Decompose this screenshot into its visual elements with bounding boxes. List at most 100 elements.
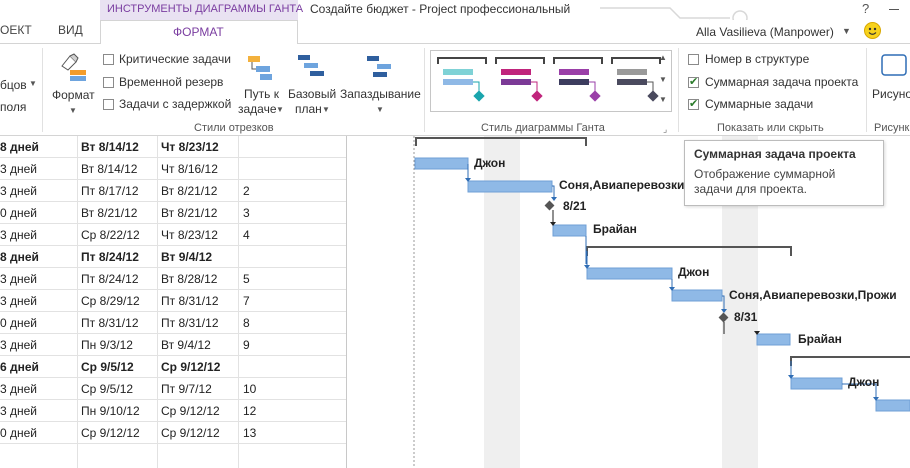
user-name[interactable]: Alla Vasilieva (Manpower) xyxy=(696,25,834,39)
duration-cell[interactable]: 3 дней xyxy=(0,404,37,418)
table-row[interactable]: 3 дней Пт 8/24/12 Вт 8/28/12 5 xyxy=(0,268,346,290)
gallery-scroll-up-icon[interactable]: ▲ xyxy=(659,53,667,62)
slippage-dropdown-icon[interactable]: ▼ xyxy=(376,105,384,114)
gantt-style-1[interactable] xyxy=(435,54,489,108)
duration-cell[interactable]: 8 дней xyxy=(0,140,39,154)
tab-format[interactable]: ФОРМАТ xyxy=(100,20,298,45)
duration-cell[interactable]: 3 дней xyxy=(0,272,37,286)
finish-cell[interactable]: Вт 8/21/12 xyxy=(161,184,217,198)
start-cell[interactable]: Ср 9/5/12 xyxy=(81,360,134,374)
table-row[interactable]: 0 дней Ср 9/12/12 Ср 9/12/12 13 xyxy=(0,422,346,444)
duration-cell[interactable]: 0 дней xyxy=(0,206,37,220)
predecessor-cell[interactable]: 9 xyxy=(243,338,250,352)
task-path-label2[interactable]: задаче xyxy=(238,102,277,116)
finish-cell[interactable]: Чт 8/23/12 xyxy=(161,140,219,154)
start-cell[interactable]: Ср 8/29/12 xyxy=(81,294,140,308)
late-tasks-checkbox[interactable] xyxy=(103,99,114,110)
dialog-launcher-icon[interactable]: ⌟ xyxy=(663,124,667,135)
format-bar-icon[interactable] xyxy=(58,52,88,82)
finish-cell[interactable]: Вт 8/28/12 xyxy=(161,272,217,286)
columns-label[interactable]: бцов xyxy=(0,78,27,92)
slippage-icon[interactable] xyxy=(363,52,393,82)
table-row[interactable]: 3 дней Ср 9/5/12 Пт 9/7/12 10 xyxy=(0,378,346,400)
finish-cell[interactable]: Пт 8/31/12 xyxy=(161,294,219,308)
finish-cell[interactable]: Пт 8/31/12 xyxy=(161,316,219,330)
finish-cell[interactable]: Вт 9/4/12 xyxy=(161,338,211,352)
duration-cell[interactable]: 0 дней xyxy=(0,426,37,440)
duration-cell[interactable]: 3 дней xyxy=(0,294,37,308)
start-cell[interactable]: Пн 9/10/12 xyxy=(81,404,140,418)
finish-cell[interactable]: Ср 9/12/12 xyxy=(161,360,220,374)
predecessor-cell[interactable]: 8 xyxy=(243,316,250,330)
gantt-style-4[interactable] xyxy=(609,54,663,108)
tab-project[interactable]: ОЕКТ xyxy=(0,23,32,37)
task-path-dropdown-icon[interactable]: ▼ xyxy=(276,105,284,114)
baseline-dropdown-icon[interactable]: ▼ xyxy=(322,105,330,114)
predecessor-cell[interactable]: 4 xyxy=(243,228,250,242)
duration-cell[interactable]: 6 дней xyxy=(0,360,39,374)
start-cell[interactable]: Вт 8/21/12 xyxy=(81,206,137,220)
smiley-feedback-icon[interactable] xyxy=(864,22,881,39)
table-row[interactable]: 3 дней Пн 9/10/12 Ср 9/12/12 12 xyxy=(0,400,346,422)
gantt-style-2[interactable] xyxy=(493,54,547,108)
start-cell[interactable]: Ср 9/12/12 xyxy=(81,426,140,440)
drawing-label[interactable]: Рисунок xyxy=(872,87,910,101)
table-row[interactable]: 3 дней Ср 8/22/12 Чт 8/23/12 4 xyxy=(0,224,346,246)
user-dropdown-icon[interactable]: ▼ xyxy=(842,26,851,36)
finish-cell[interactable]: Ср 9/12/12 xyxy=(161,426,220,440)
finish-cell[interactable]: Пт 9/7/12 xyxy=(161,382,212,396)
predecessor-cell[interactable]: 13 xyxy=(243,426,256,440)
start-cell[interactable]: Пн 9/3/12 xyxy=(81,338,133,352)
fields-label[interactable]: поля xyxy=(0,100,26,114)
duration-cell[interactable]: 3 дней xyxy=(0,338,37,352)
start-cell[interactable]: Пт 8/24/12 xyxy=(81,272,139,286)
format-button[interactable]: Формат xyxy=(52,88,95,102)
duration-cell[interactable]: 3 дней xyxy=(0,382,37,396)
start-cell[interactable]: Вт 8/14/12 xyxy=(81,162,137,176)
start-cell[interactable]: Ср 8/22/12 xyxy=(81,228,140,242)
duration-cell[interactable]: 8 дней xyxy=(0,250,39,264)
tab-view[interactable]: ВИД xyxy=(58,23,83,37)
slippage-label[interactable]: Запаздывание xyxy=(340,87,421,101)
start-cell[interactable]: Пт 8/24/12 xyxy=(81,250,139,264)
predecessor-cell[interactable]: 5 xyxy=(243,272,250,286)
start-cell[interactable]: Вт 8/14/12 xyxy=(81,140,139,154)
predecessor-cell[interactable]: 7 xyxy=(243,294,250,308)
table-row[interactable]: 3 дней Ср 8/29/12 Пт 8/31/12 7 xyxy=(0,290,346,312)
table-row[interactable]: 8 дней Вт 8/14/12 Чт 8/23/12 xyxy=(0,136,346,158)
gantt-style-3[interactable] xyxy=(551,54,605,108)
table-row[interactable]: 8 дней Пт 8/24/12 Вт 9/4/12 xyxy=(0,246,346,268)
format-dropdown-icon[interactable]: ▼ xyxy=(69,106,77,115)
predecessor-cell[interactable]: 3 xyxy=(243,206,250,220)
duration-cell[interactable]: 3 дней xyxy=(0,184,37,198)
gallery-scroll-down-icon[interactable]: ▼ xyxy=(659,75,667,84)
project-summary-checkbox[interactable] xyxy=(688,75,699,88)
finish-cell[interactable]: Чт 8/16/12 xyxy=(161,162,218,176)
finish-cell[interactable]: Чт 8/23/12 xyxy=(161,228,218,242)
duration-cell[interactable]: 3 дней xyxy=(0,162,37,176)
minimize-button[interactable] xyxy=(889,9,899,10)
slack-checkbox[interactable] xyxy=(103,77,114,88)
critical-tasks-checkbox[interactable] xyxy=(103,54,114,65)
outline-number-checkbox[interactable] xyxy=(688,54,699,65)
start-cell[interactable]: Ср 9/5/12 xyxy=(81,382,133,396)
task-path-label1[interactable]: Путь к xyxy=(244,87,279,101)
table-row[interactable]: 3 дней Вт 8/14/12 Чт 8/16/12 xyxy=(0,158,346,180)
duration-cell[interactable]: 0 дней xyxy=(0,316,37,330)
baseline-label1[interactable]: Базовый xyxy=(288,87,336,101)
columns-dropdown-icon[interactable]: ▼ xyxy=(29,79,37,88)
finish-cell[interactable]: Ср 9/12/12 xyxy=(161,404,220,418)
table-row[interactable]: 3 дней Пн 9/3/12 Вт 9/4/12 9 xyxy=(0,334,346,356)
help-button[interactable]: ? xyxy=(862,1,869,16)
gallery-more-icon[interactable]: ▼ xyxy=(659,95,667,104)
finish-cell[interactable]: Вт 8/21/12 xyxy=(161,206,217,220)
drawing-icon[interactable] xyxy=(878,52,908,80)
predecessor-cell[interactable]: 2 xyxy=(243,184,250,198)
task-path-icon[interactable] xyxy=(246,52,276,82)
predecessor-cell[interactable]: 10 xyxy=(243,382,256,396)
table-row[interactable]: 0 дней Вт 8/21/12 Вт 8/21/12 3 xyxy=(0,202,346,224)
start-cell[interactable]: Пт 8/17/12 xyxy=(81,184,139,198)
duration-cell[interactable]: 3 дней xyxy=(0,228,37,242)
finish-cell[interactable]: Вт 9/4/12 xyxy=(161,250,212,264)
baseline-icon[interactable] xyxy=(296,52,326,82)
